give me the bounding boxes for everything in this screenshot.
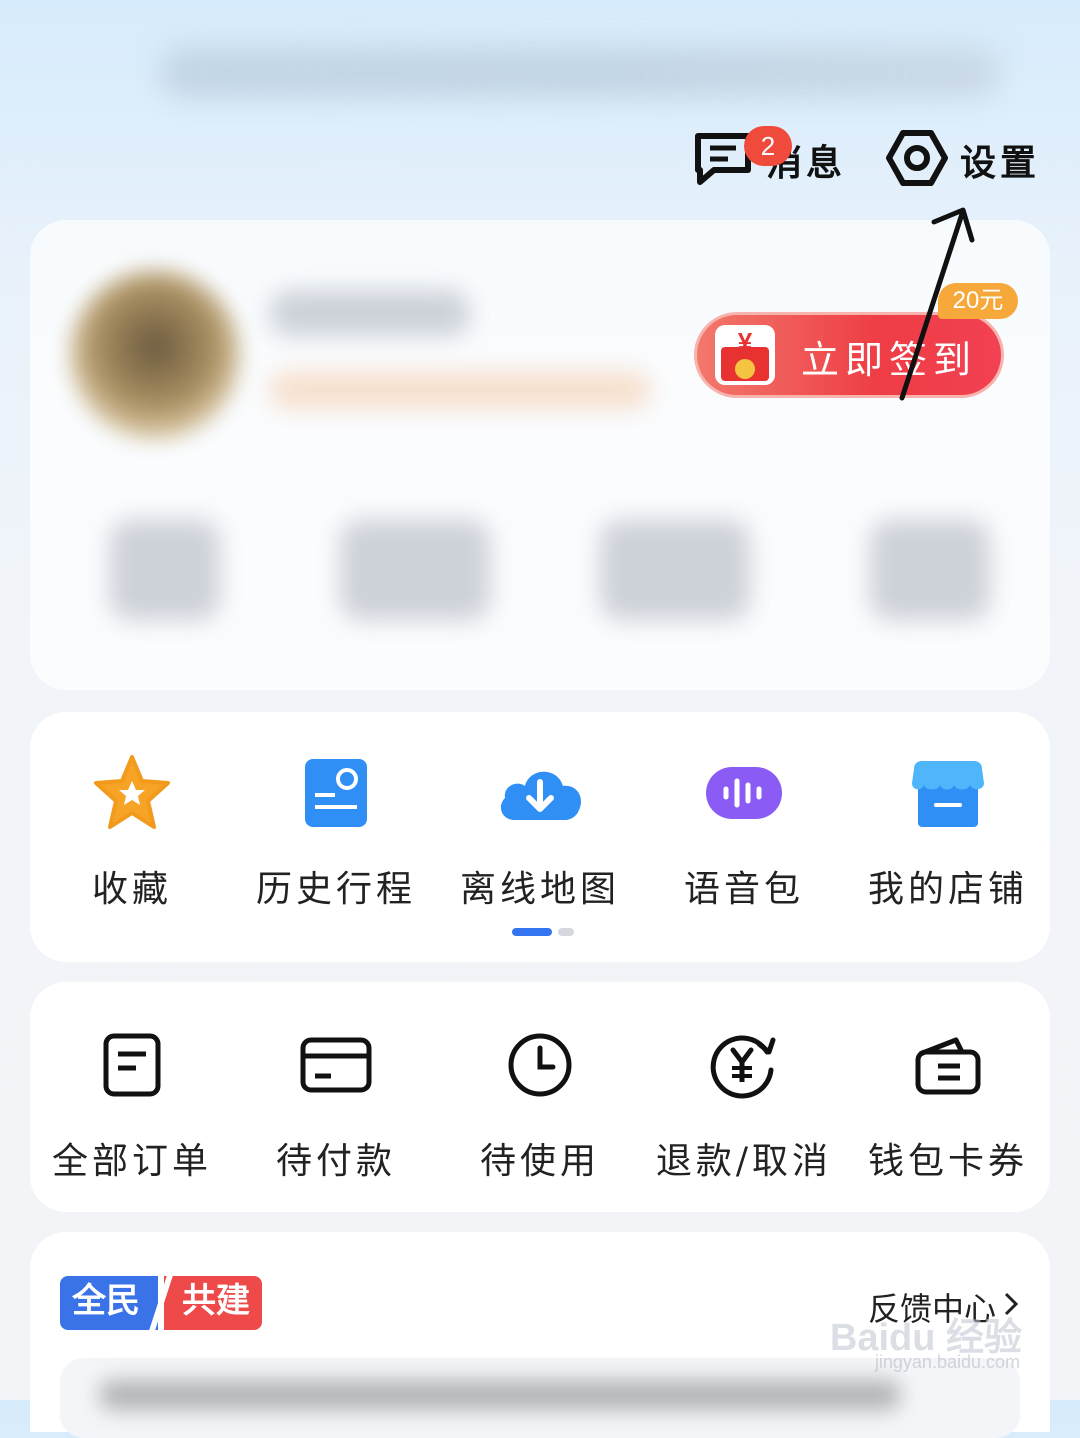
tools-grid: 收藏 历史行程 离线地图 语音包 我的店铺 — [30, 748, 1050, 912]
store-icon — [903, 748, 993, 838]
status-bar-blurred — [160, 48, 1000, 98]
checkin-button[interactable]: ¥ 立即签到 — [694, 312, 1004, 398]
wallet-icon — [903, 1020, 993, 1110]
tool-offline-map[interactable]: 离线地图 — [438, 748, 642, 912]
tools-pager — [512, 928, 574, 936]
orders-grid: 全部订单 待付款 待使用 退款/取消 钱包卡券 — [30, 1020, 1050, 1184]
settings-icon — [885, 127, 948, 193]
checkin-reward-badge: 20元 — [938, 283, 1018, 319]
community-sub-text-blurred — [100, 1380, 900, 1410]
settings-button[interactable]: 设置 — [885, 127, 1040, 193]
logo-part-2: 共建 — [164, 1276, 262, 1330]
order-to-use[interactable]: 待使用 — [438, 1020, 642, 1184]
logo-part-1: 全民 — [60, 1276, 158, 1330]
stat-1-blurred — [110, 520, 220, 620]
username-blurred — [270, 290, 470, 336]
messages-badge: 2 — [743, 126, 792, 166]
tool-voice-pack[interactable]: 语音包 — [642, 748, 846, 912]
order-pending-payment[interactable]: 待付款 — [234, 1020, 438, 1184]
tool-favorites[interactable]: 收藏 — [30, 748, 234, 912]
stat-2-blurred — [340, 520, 490, 620]
trip-history-icon — [291, 748, 381, 838]
community-logo: 全民 共建 — [60, 1276, 262, 1330]
messages-button[interactable]: 2 消息 — [692, 126, 846, 190]
tool-my-store[interactable]: 我的店铺 — [846, 748, 1050, 912]
card-icon — [291, 1020, 381, 1110]
tool-trip-history[interactable]: 历史行程 — [234, 748, 438, 912]
watermark-url: jingyan.baidu.com — [874, 1352, 1020, 1372]
header-actions: 2 消息 设置 — [692, 100, 1040, 220]
checkin-label: 立即签到 — [801, 338, 978, 382]
order-all[interactable]: 全部订单 — [30, 1020, 234, 1184]
stat-4-blurred — [870, 520, 990, 620]
clock-icon — [495, 1020, 585, 1110]
order-list-icon — [87, 1020, 177, 1110]
star-icon — [87, 748, 177, 838]
refund-icon — [699, 1020, 789, 1110]
avatar[interactable] — [70, 270, 240, 440]
user-tags-blurred — [270, 372, 650, 408]
settings-label: 设置 — [959, 142, 1040, 184]
pager-dot-active[interactable] — [512, 928, 552, 936]
stat-3-blurred — [600, 520, 750, 620]
order-wallet-coupons[interactable]: 钱包卡券 — [846, 1020, 1050, 1184]
pager-dot[interactable] — [558, 928, 574, 936]
voice-pack-icon — [699, 748, 789, 838]
cloud-download-icon — [495, 748, 585, 838]
red-envelope-icon: ¥ — [715, 325, 775, 385]
order-refund-cancel[interactable]: 退款/取消 — [642, 1020, 846, 1184]
